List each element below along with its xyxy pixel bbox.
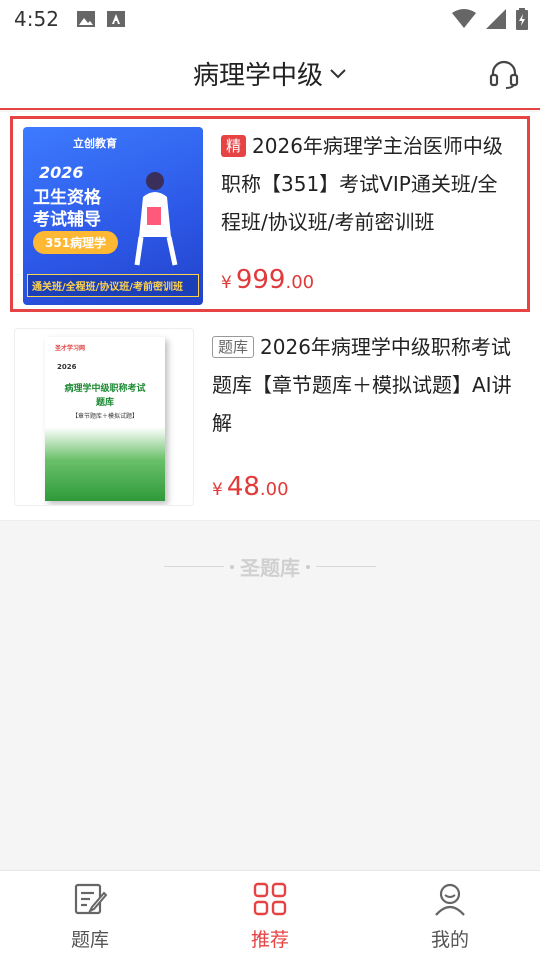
price-integer: 48 xyxy=(226,472,260,502)
product-card-1[interactable]: 立创教育 2026 卫生资格 考试辅导 351病理学 通关班/全程班/协议班/考… xyxy=(10,116,530,312)
divider-brand-text: 圣题库 xyxy=(240,556,300,580)
product-title[interactable]: 精 2026年病理学主治医师中级职称【351】考试VIP通关班/全程班/协议班/考… xyxy=(221,127,517,241)
grid-icon xyxy=(253,882,287,916)
product-thumbnail: 立创教育 2026 卫生资格 考试辅导 351病理学 通关班/全程班/协议班/考… xyxy=(23,127,203,305)
book-year: 2026 xyxy=(57,363,77,371)
book-title-2: 题库 xyxy=(95,398,114,408)
status-bar: 4:52 xyxy=(0,0,540,38)
wifi-icon xyxy=(452,9,476,28)
bottom-nav: 题库 推荐 我的 xyxy=(0,870,540,960)
product-card-2[interactable]: 圣才学习网 2026 病理学中级职称考试 题库 【章节题库＋模拟试题】 题库 20… xyxy=(0,316,540,521)
book-title-1: 病理学中级职称考试 xyxy=(64,384,146,394)
nav-item-question-bank[interactable]: 题库 xyxy=(0,871,180,960)
thumb-banner: 通关班/全程班/协议班/考前密训班 xyxy=(27,274,199,297)
thumb-logo: 立创教育 xyxy=(73,137,117,150)
headset-icon[interactable] xyxy=(488,58,520,90)
product-title[interactable]: 题库 2026年病理学中级职称考试题库【章节题库＋模拟试题】AI讲解 xyxy=(212,328,526,442)
divider-line xyxy=(316,566,376,567)
image-notification-icon xyxy=(76,11,95,27)
product-price: ¥999.00 xyxy=(221,265,314,295)
product-info: 精 2026年病理学主治医师中级职称【351】考试VIP通关班/全程班/协议班/考… xyxy=(221,127,517,301)
price-decimal: .00 xyxy=(259,479,289,500)
product-info: 题库 2026年病理学中级职称考试题库【章节题库＋模拟试题】AI讲解 ¥48.00 xyxy=(212,328,526,508)
book-subtitle: 【章节题库＋模拟试题】 xyxy=(71,413,138,420)
question-bank-badge: 题库 xyxy=(212,336,255,358)
doctor-illustration-icon xyxy=(134,172,178,266)
price-integer: 999 xyxy=(235,265,286,295)
page-title[interactable]: 病理学中级 xyxy=(193,55,323,92)
divider-dot xyxy=(230,564,234,569)
nav-label: 题库 xyxy=(70,929,109,951)
nav-item-recommend[interactable]: 推荐 xyxy=(180,871,360,960)
thumb-heading-2: 考试辅导 xyxy=(33,210,101,230)
product-price: ¥48.00 xyxy=(212,472,289,502)
product-title-text: 2026年病理学主治医师中级职称【351】考试VIP通关班/全程班/协议班/考前… xyxy=(221,134,503,234)
footer-divider: 圣题库 xyxy=(0,552,540,581)
chevron-down-icon[interactable] xyxy=(329,64,347,82)
divider-line xyxy=(164,566,224,567)
price-currency: ¥ xyxy=(221,273,232,293)
signal-icon xyxy=(486,9,506,29)
thumb-pill: 351病理学 xyxy=(33,231,119,254)
product-thumbnail: 圣才学习网 2026 病理学中级职称考试 题库 【章节题库＋模拟试题】 xyxy=(14,328,194,506)
nav-label: 我的 xyxy=(430,929,469,951)
featured-badge: 精 xyxy=(221,135,247,157)
book-brand: 圣才学习网 xyxy=(55,345,86,352)
price-currency: ¥ xyxy=(212,480,223,500)
book-cover: 圣才学习网 2026 病理学中级职称考试 题库 【章节题库＋模拟试题】 xyxy=(45,337,165,501)
status-indicators xyxy=(452,8,528,30)
thumb-year: 2026 xyxy=(39,163,84,182)
user-icon xyxy=(435,883,465,916)
nav-item-mine[interactable]: 我的 xyxy=(360,871,540,960)
battery-icon xyxy=(516,8,528,30)
question-bank-icon xyxy=(74,883,108,915)
product-list: 立创教育 2026 卫生资格 考试辅导 351病理学 通关班/全程班/协议班/考… xyxy=(0,112,540,521)
divider-dot xyxy=(306,564,310,569)
header: 病理学中级 xyxy=(0,38,540,110)
text-notification-icon xyxy=(106,11,125,27)
product-title-text: 2026年病理学中级职称考试题库【章节题库＋模拟试题】AI讲解 xyxy=(212,335,512,435)
price-decimal: .00 xyxy=(285,272,315,293)
nav-label: 推荐 xyxy=(250,929,289,951)
status-time: 4:52 xyxy=(14,7,59,31)
